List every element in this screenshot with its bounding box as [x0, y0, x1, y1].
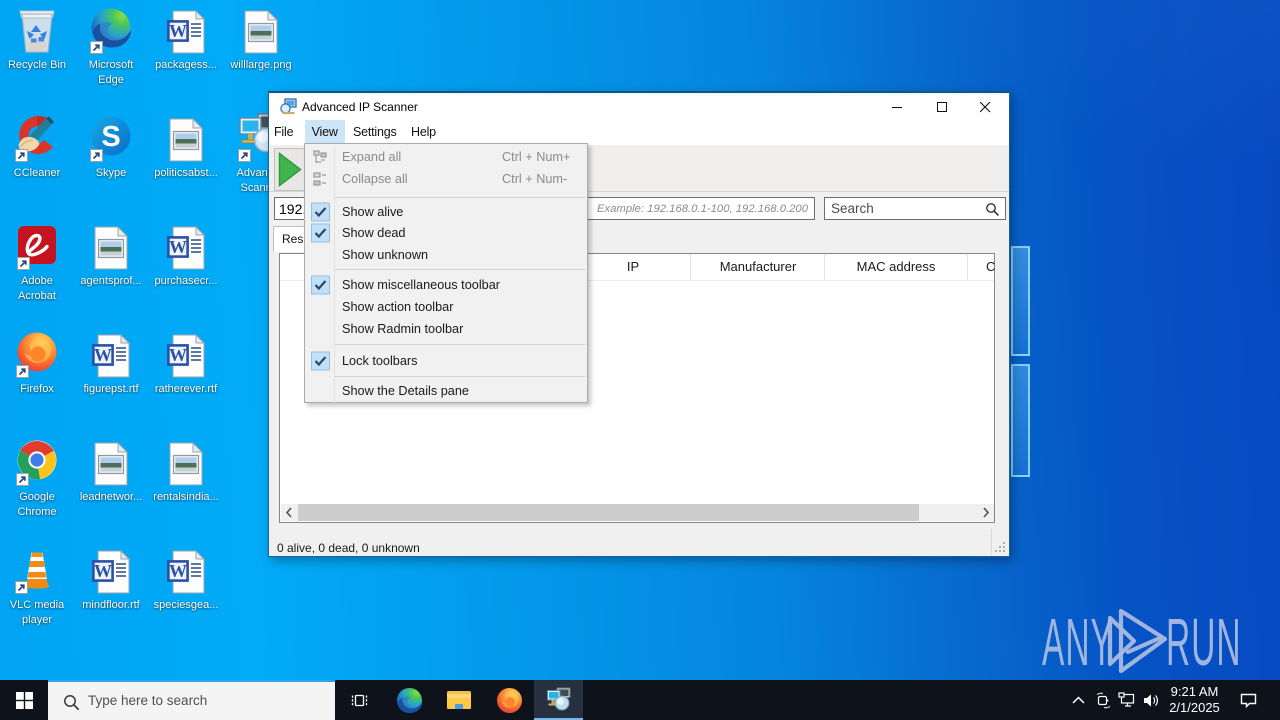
- svg-text:W: W: [169, 21, 187, 41]
- svg-text:S: S: [101, 121, 120, 153]
- svg-text:W: W: [169, 237, 187, 257]
- svg-text:W: W: [94, 345, 112, 365]
- svg-text:W: W: [94, 561, 112, 581]
- svg-text:W: W: [169, 561, 187, 581]
- svg-text:W: W: [169, 345, 187, 365]
